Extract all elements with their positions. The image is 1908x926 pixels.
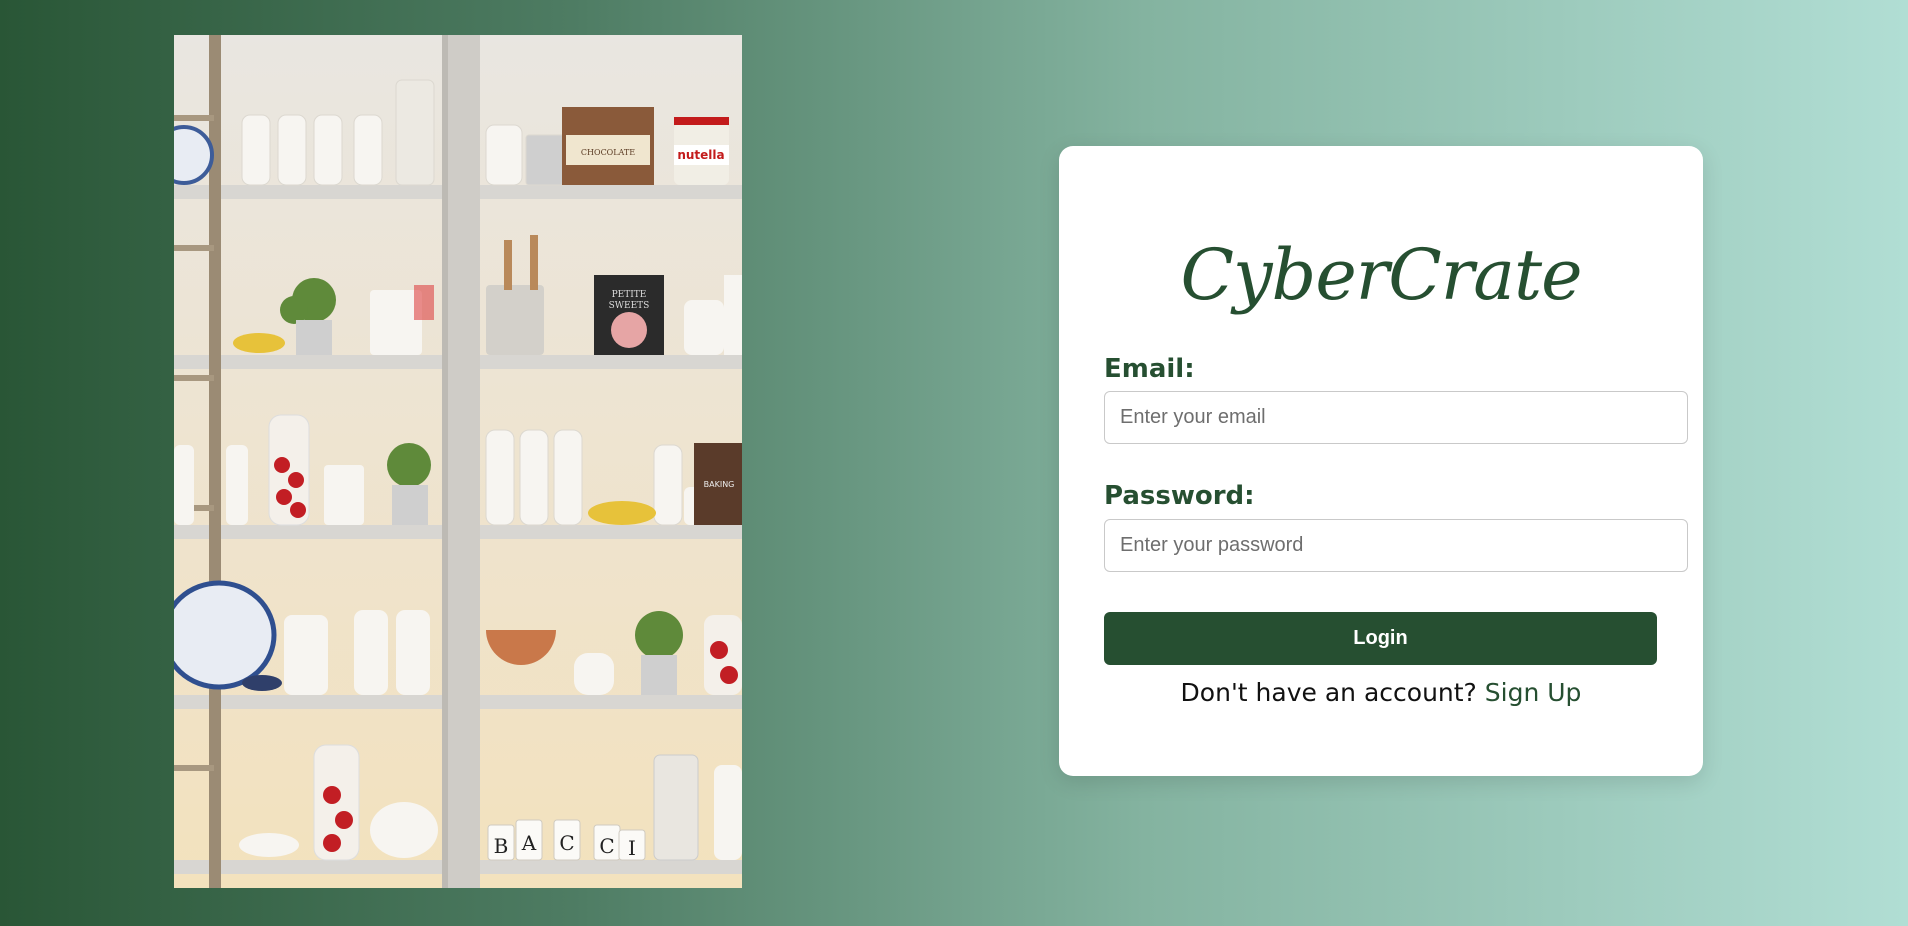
- svg-text:I: I: [628, 836, 636, 860]
- svg-text:PETITE: PETITE: [612, 290, 647, 300]
- svg-text:C: C: [559, 831, 574, 855]
- login-button[interactable]: Login: [1104, 612, 1657, 665]
- email-label: Email:: [1104, 354, 1195, 384]
- password-label: Password:: [1104, 481, 1255, 511]
- svg-text:SWEETS: SWEETS: [609, 301, 650, 311]
- email-field[interactable]: [1104, 391, 1688, 444]
- svg-text:BAKING: BAKING: [704, 480, 735, 489]
- svg-text:A: A: [521, 831, 537, 855]
- login-card: CyberCrate Email: Password: Login Don't …: [1059, 146, 1703, 776]
- svg-text:B: B: [494, 834, 509, 858]
- signup-prompt-row: Don't have an account? Sign Up: [1059, 678, 1703, 707]
- brand-logo: CyberCrate: [1180, 234, 1582, 316]
- svg-text:nutella: nutella: [677, 148, 724, 162]
- password-field[interactable]: [1104, 519, 1688, 572]
- pantry-shelves-image: CHOCOLATE nutella PETITE SWEETS BAKING B…: [174, 35, 742, 888]
- signup-prompt-text: Don't have an account?: [1180, 678, 1485, 707]
- signup-link[interactable]: Sign Up: [1485, 678, 1582, 707]
- svg-text:C: C: [599, 834, 614, 858]
- svg-text:CHOCOLATE: CHOCOLATE: [581, 148, 635, 157]
